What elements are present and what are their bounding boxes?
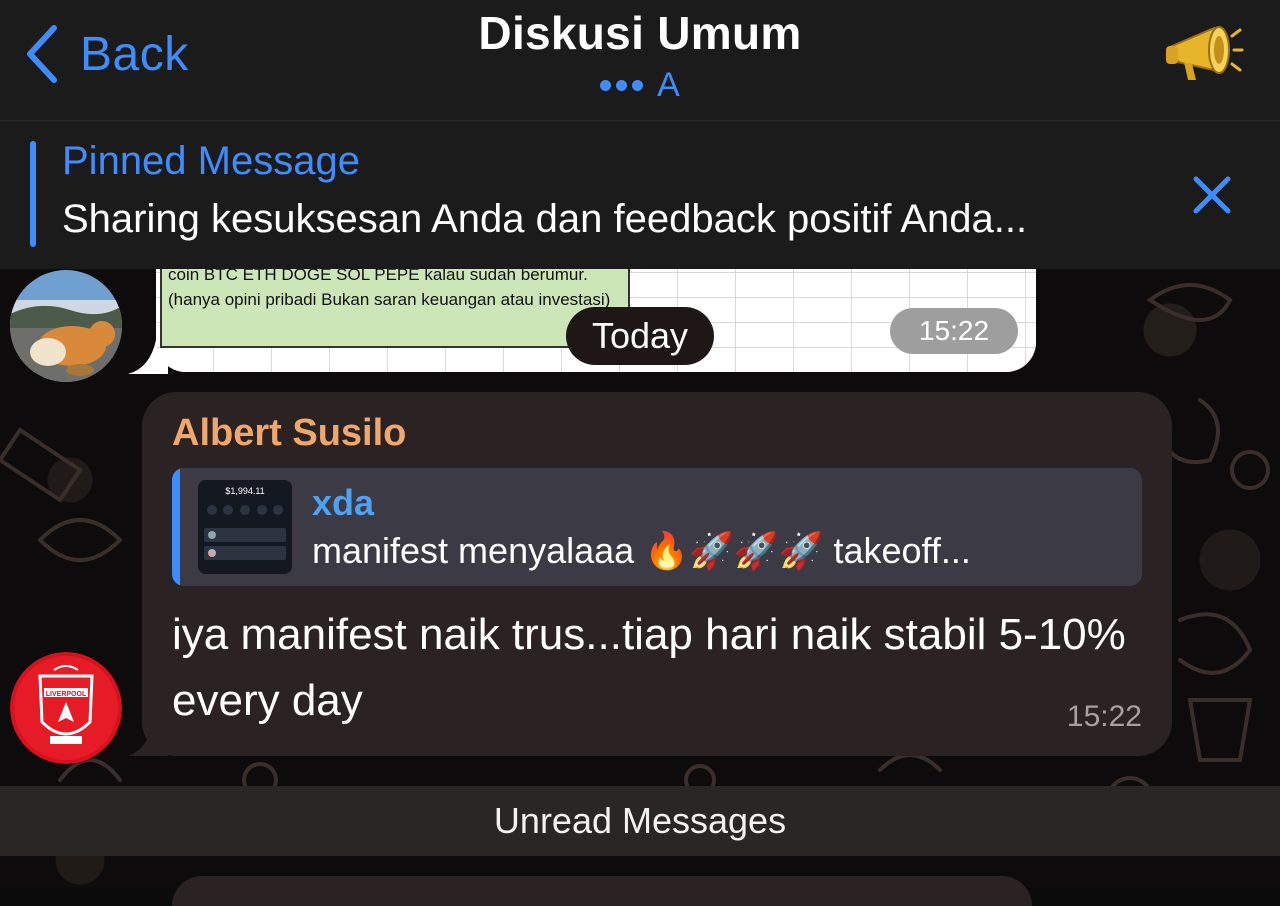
message-time: 15:22 (1066, 700, 1142, 733)
megaphone-icon[interactable] (1162, 22, 1244, 86)
chat-header: Back Diskusi Umum A (0, 0, 1280, 121)
thumb-amount: $1,994.11 (225, 486, 264, 496)
liverpool-crest-avatar: LIVERPOOL (10, 652, 122, 764)
typing-user: A (657, 66, 680, 104)
avatar[interactable]: LIVERPOOL (10, 652, 122, 764)
crest-text: LIVERPOOL (46, 691, 87, 698)
reply-preview[interactable]: $1,994.11 xda manifest menyalaaa 🔥🚀🚀🚀 ta… (172, 468, 1142, 586)
date-separator: Today (566, 307, 714, 365)
unread-messages-separator: Unread Messages (0, 786, 1280, 856)
close-icon[interactable] (1190, 173, 1234, 217)
chat-title-area[interactable]: Diskusi Umum A (0, 6, 1280, 105)
message-time: 15:22 (890, 308, 1018, 354)
chat-title: Diskusi Umum (478, 7, 802, 59)
message-text: iya manifest naik trus...tiap hari naik … (172, 610, 1126, 725)
message-bubble[interactable]: Albert Susilo $1,994.11 xda manifest men… (142, 392, 1172, 756)
reply-thumbnail: $1,994.11 (198, 480, 292, 574)
sender-name[interactable]: Albert Susilo (172, 412, 406, 455)
wallet-screenshot-image: $1,994.11 (198, 480, 292, 574)
reply-sender: xda (312, 482, 375, 523)
cat-avatar-image (10, 270, 122, 382)
pinned-message-bar[interactable]: Pinned Message Sharing kesuksesan Anda d… (0, 121, 1280, 269)
chat-status: A (0, 66, 1280, 105)
reply-indicator (172, 468, 180, 586)
next-message-bubble[interactable] (172, 876, 1032, 906)
pinned-label: Pinned Message (62, 139, 360, 183)
reply-text: manifest menyalaaa 🔥🚀🚀🚀 takeoff... (312, 530, 971, 571)
typing-dots-icon (600, 80, 644, 91)
avatar[interactable] (10, 270, 122, 382)
pinned-indicator (30, 141, 36, 247)
pinned-text: Sharing kesuksesan Anda dan feedback pos… (62, 197, 1028, 241)
